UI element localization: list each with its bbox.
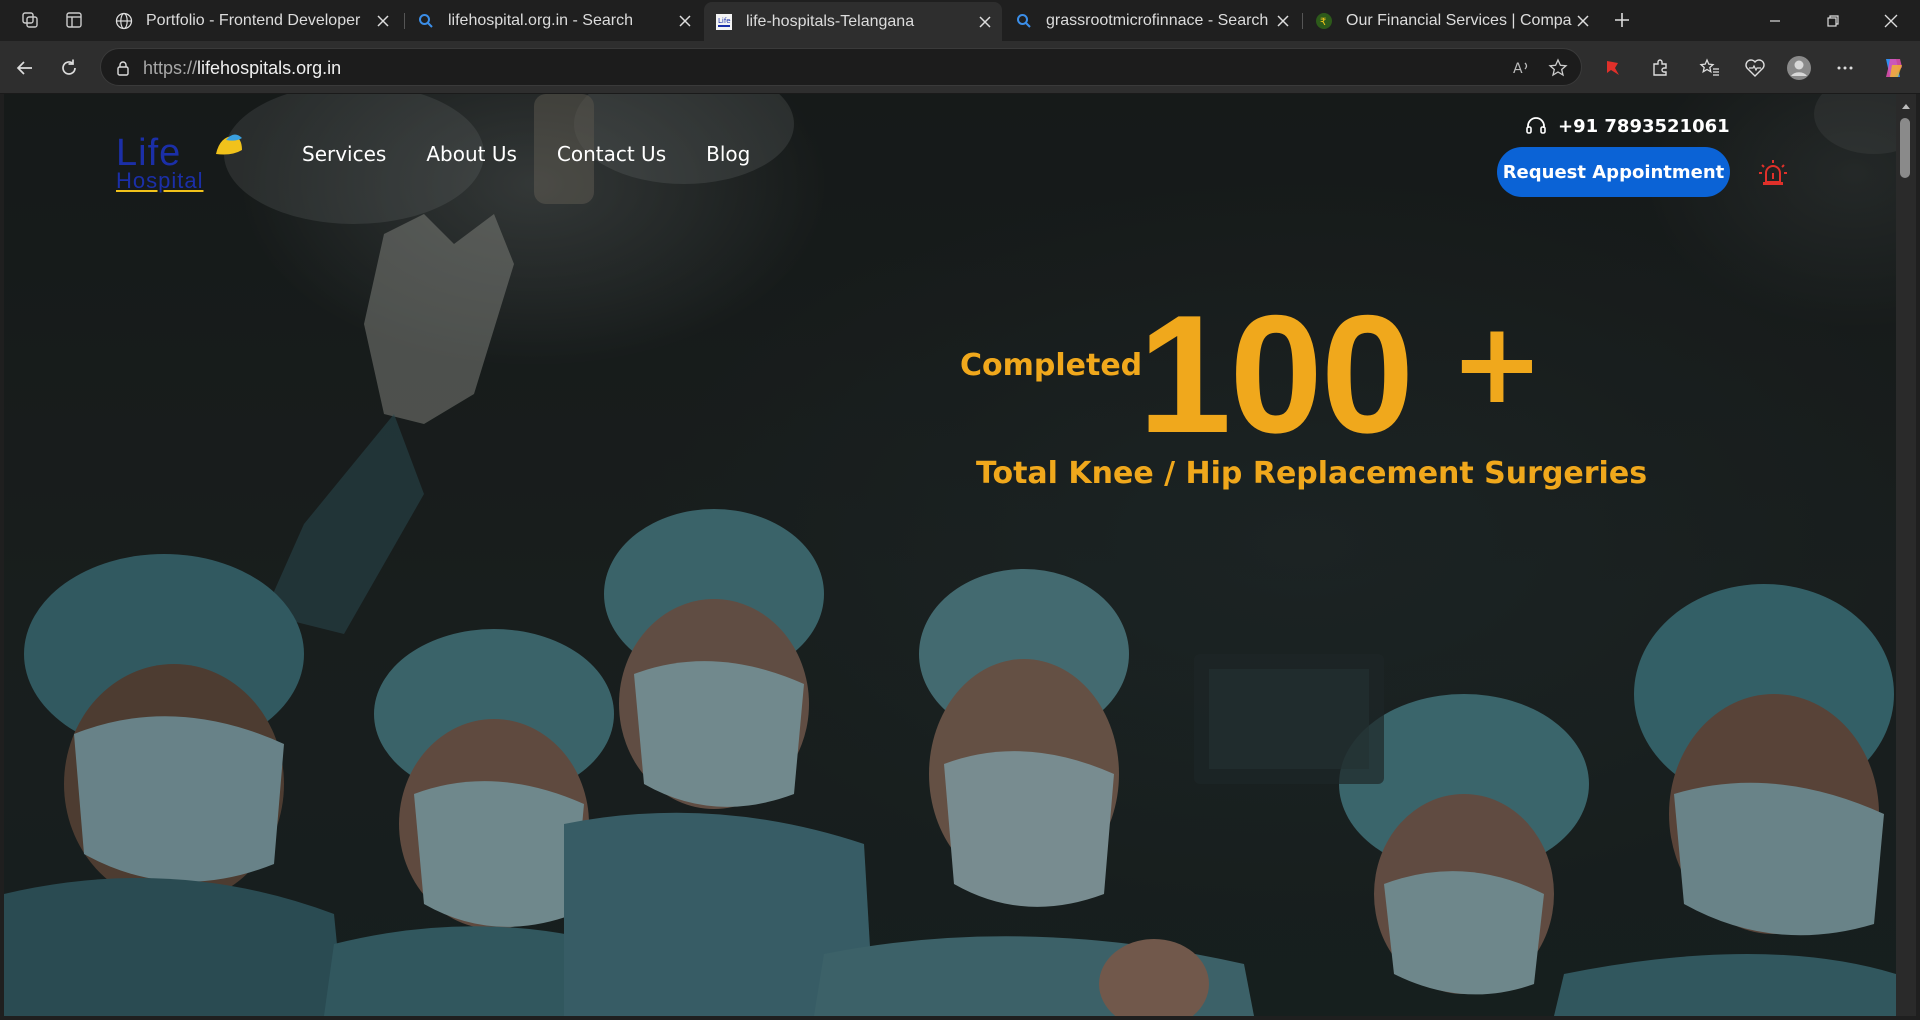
- tab-title: life-hospitals-Telangana: [746, 12, 915, 30]
- page-viewport: Life Hospital Services About Us Contact …: [4, 94, 1896, 1016]
- address-toolbar: https://lifehospitals.org.in A: [0, 41, 1920, 94]
- address-bar[interactable]: https://lifehospitals.org.in A: [100, 48, 1582, 86]
- scrollbar-thumb[interactable]: [1900, 118, 1910, 178]
- tab-title: Our Financial Services | Company: [1346, 11, 1572, 29]
- close-tab-icon[interactable]: [1572, 10, 1594, 32]
- headset-icon: [1524, 114, 1548, 138]
- close-tab-icon[interactable]: [674, 10, 696, 32]
- scroll-up-arrow-icon[interactable]: [1899, 100, 1913, 112]
- tab-title: grassrootmicrofinnace - Search: [1046, 11, 1269, 29]
- site-logo[interactable]: Life Hospital: [114, 132, 246, 198]
- refresh-button[interactable]: [54, 53, 84, 83]
- search-icon: [1014, 11, 1034, 31]
- svg-text:A: A: [1513, 61, 1523, 77]
- nav-services[interactable]: Services: [302, 142, 386, 166]
- tab-bar: Portfolio - Frontend Developer lifehospi…: [0, 0, 1920, 41]
- favorites-icon[interactable]: [1695, 53, 1725, 83]
- nav-contact-us[interactable]: Contact Us: [557, 142, 666, 166]
- search-icon: [416, 11, 436, 31]
- tab-title: Portfolio - Frontend Developer: [146, 11, 361, 29]
- extension-red-icon[interactable]: [1598, 53, 1628, 83]
- tab-divider: [1302, 13, 1303, 29]
- profile-avatar-icon[interactable]: [1784, 53, 1814, 83]
- close-window-button[interactable]: [1862, 0, 1920, 41]
- vertical-tabs-icon[interactable]: [62, 8, 86, 32]
- close-tab-icon[interactable]: [1272, 10, 1294, 32]
- restore-button[interactable]: [1804, 0, 1862, 41]
- close-tab-icon[interactable]: [372, 10, 394, 32]
- svg-text:₹: ₹: [1320, 17, 1326, 28]
- tab-title: lifehospital.org.in - Search: [448, 11, 633, 29]
- logo-text-hospital: Hospital: [116, 168, 204, 193]
- svg-text:Life: Life: [718, 17, 731, 25]
- globe-icon: [114, 11, 134, 31]
- company-favicon: ₹: [1314, 11, 1334, 31]
- main-nav: Services About Us Contact Us Blog: [302, 142, 790, 166]
- extensions-puzzle-icon[interactable]: [1645, 53, 1675, 83]
- request-appointment-button[interactable]: Request Appointment: [1497, 147, 1730, 197]
- tab-grassroot-search[interactable]: grassrootmicrofinnace - Search: [1004, 4, 1300, 37]
- workspaces-icon[interactable]: [18, 8, 42, 32]
- url-text: https://lifehospitals.org.in: [143, 58, 341, 79]
- close-tab-icon[interactable]: [974, 11, 996, 33]
- logo-mark-icon: [216, 134, 242, 155]
- new-tab-icon[interactable]: [1610, 8, 1634, 32]
- minimize-button[interactable]: [1746, 0, 1804, 41]
- emergency-siren-icon[interactable]: [1756, 156, 1790, 190]
- phone-number: +91 7893521061: [1558, 115, 1730, 137]
- read-aloud-icon[interactable]: A: [1511, 57, 1533, 79]
- page-scrollbar[interactable]: [1896, 94, 1916, 1016]
- url-protocol: https://: [143, 58, 198, 78]
- copilot-icon[interactable]: [1878, 53, 1908, 83]
- url-domain: lifehospitals.org.in: [197, 58, 342, 78]
- tab-lifehospital-search[interactable]: lifehospital.org.in - Search: [406, 4, 702, 37]
- nav-about-us[interactable]: About Us: [426, 142, 517, 166]
- favorite-star-icon[interactable]: [1547, 57, 1569, 79]
- phone-contact[interactable]: +91 7893521061: [1524, 114, 1730, 138]
- site-favicon: Life: [714, 12, 734, 32]
- tab-divider: [404, 13, 405, 29]
- tab-life-hospitals[interactable]: Life life-hospitals-Telangana: [704, 2, 1002, 41]
- tab-financial-services[interactable]: ₹ Our Financial Services | Company: [1304, 4, 1600, 37]
- lock-icon[interactable]: [113, 58, 133, 78]
- browser-essentials-icon[interactable]: [1740, 53, 1770, 83]
- hero-surgeons-image: [4, 94, 1896, 1016]
- tab-portfolio[interactable]: Portfolio - Frontend Developer: [104, 4, 400, 37]
- site-header: Life Hospital Services About Us Contact …: [4, 94, 1896, 224]
- nav-blog[interactable]: Blog: [706, 142, 750, 166]
- back-button[interactable]: [10, 53, 40, 83]
- more-menu-icon[interactable]: [1830, 53, 1860, 83]
